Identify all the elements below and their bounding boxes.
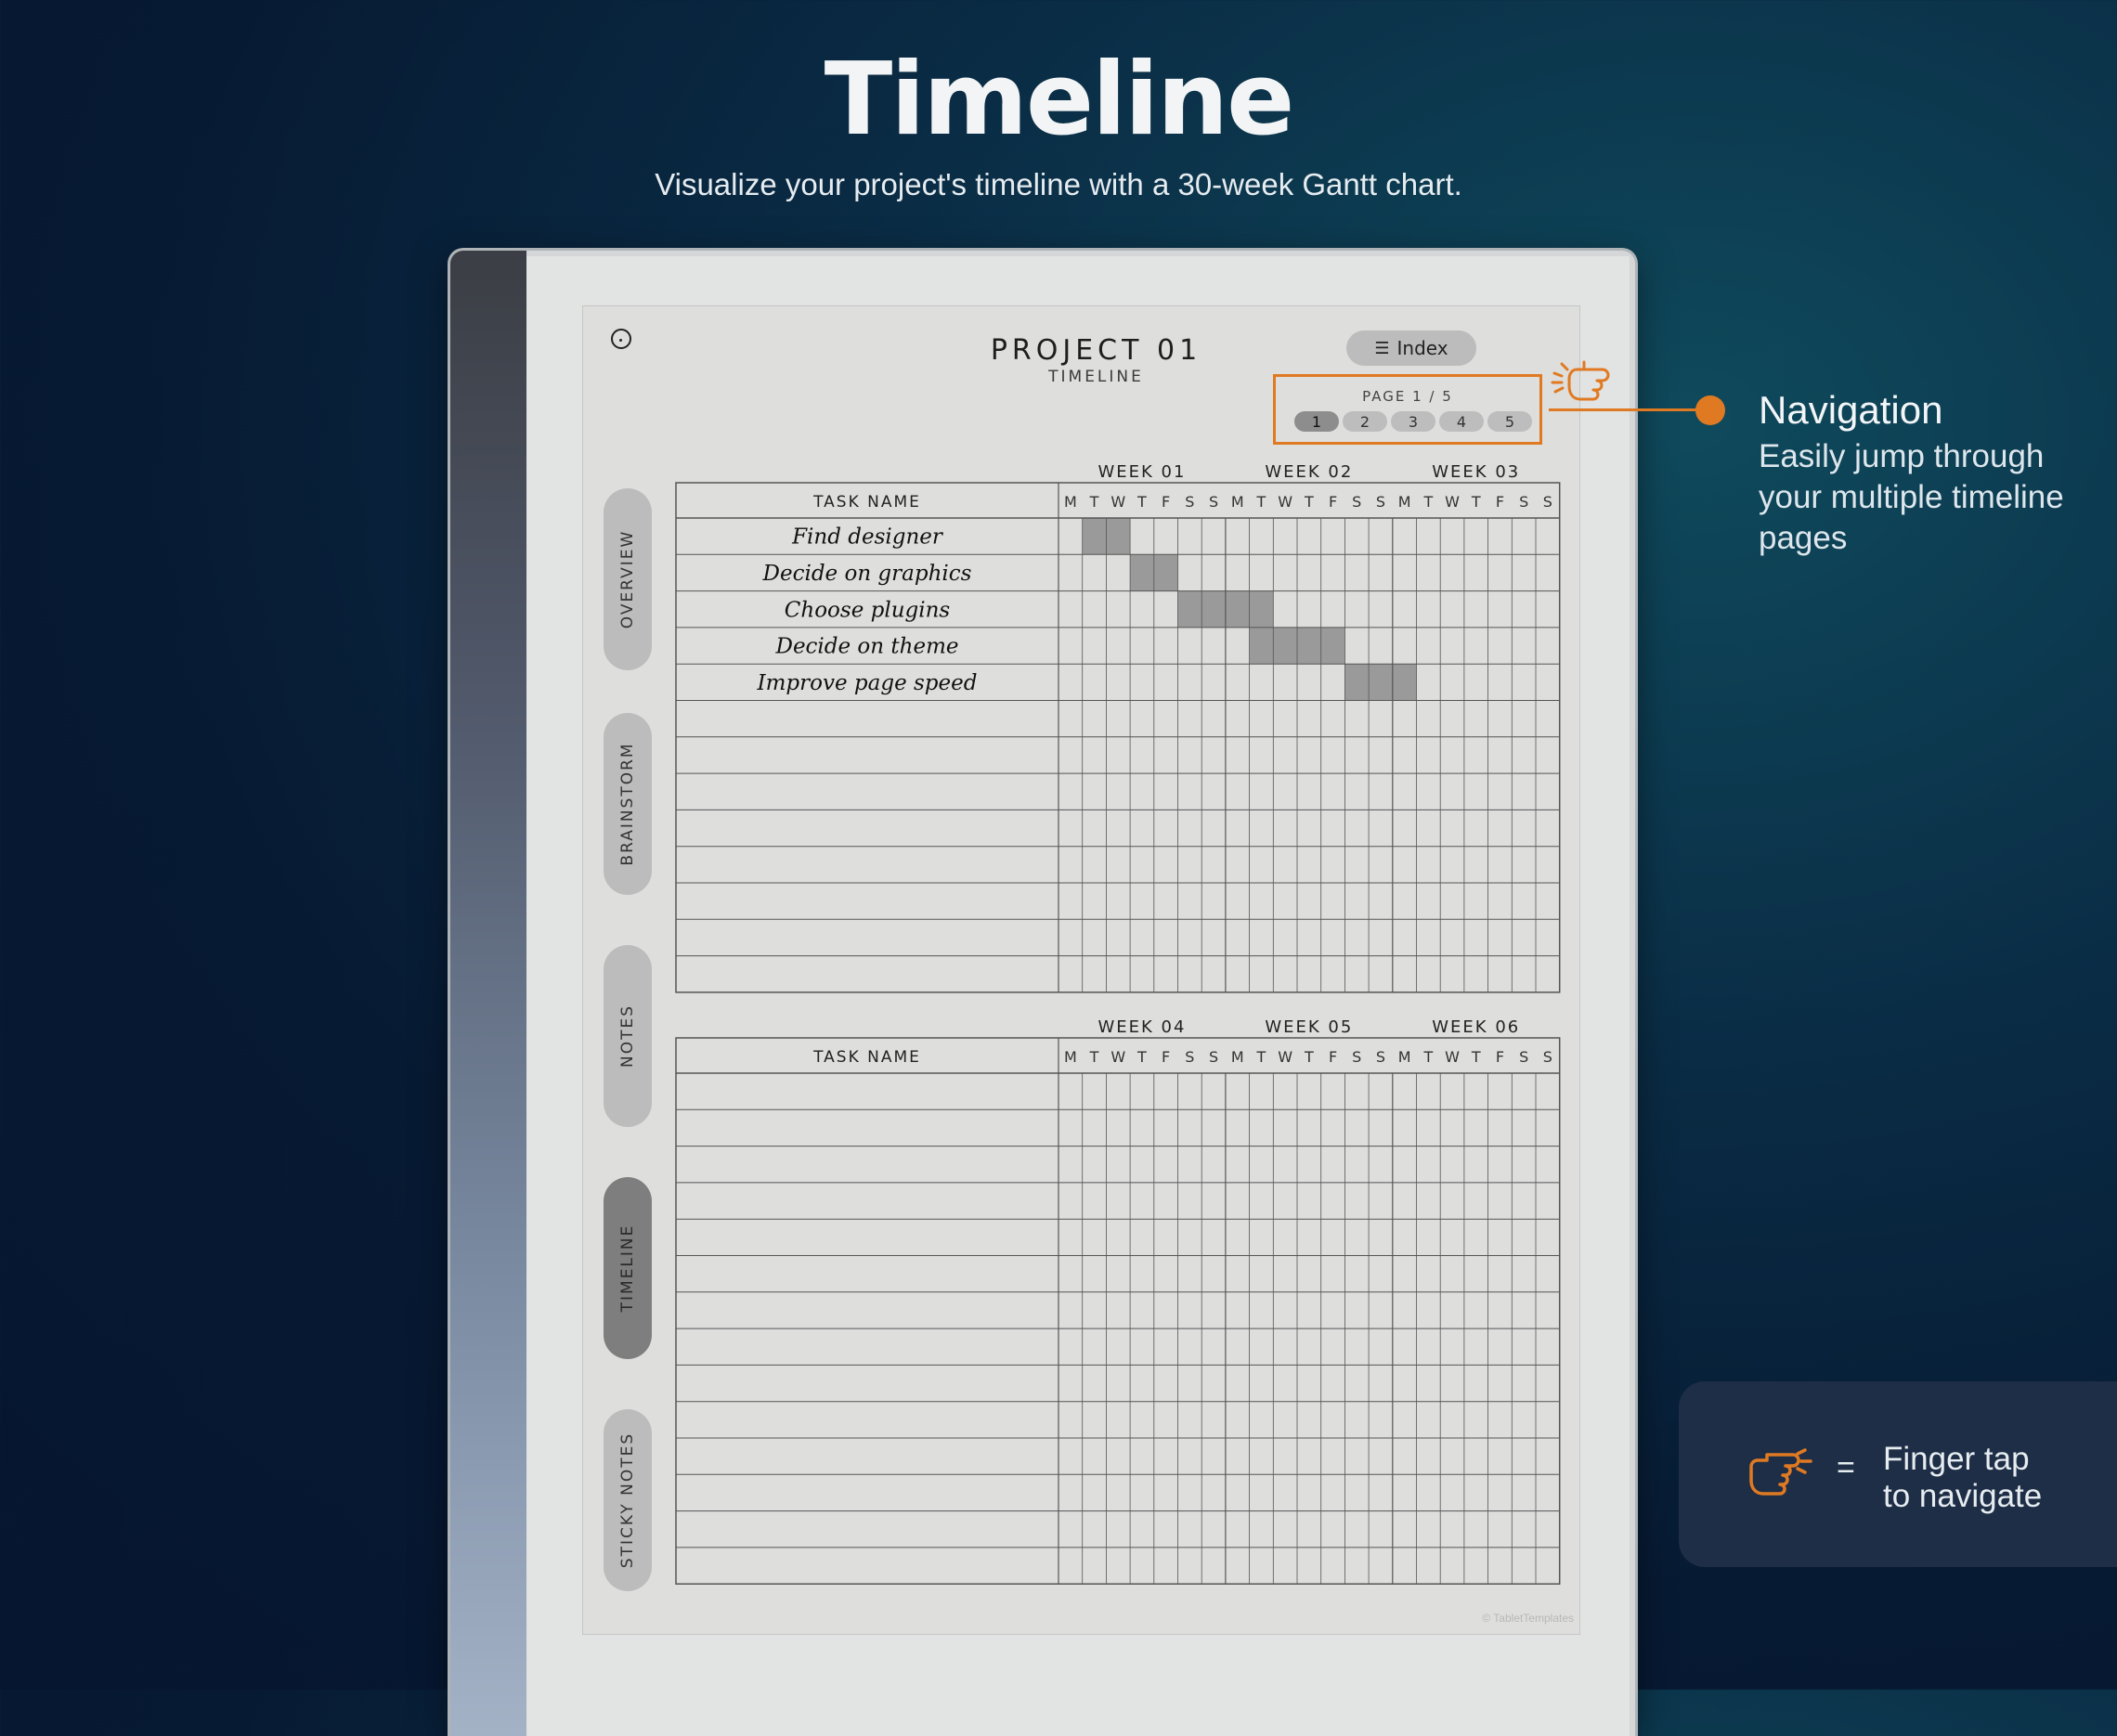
planner-page: PROJECT 01 TIMELINE ☰ Index PAGE 1 / 5 1…	[582, 305, 1580, 1635]
day-header: F	[1496, 493, 1504, 511]
day-header: F	[1162, 1048, 1170, 1066]
day-header: T	[1422, 1048, 1433, 1066]
day-header: S	[1543, 1048, 1552, 1066]
task-name: Choose plugins	[785, 598, 951, 622]
task-name-header: TASK NAME	[812, 1048, 921, 1067]
tablet-spine	[450, 251, 526, 1736]
table-border	[675, 1037, 1561, 1585]
legend-card: = Finger tap to navigate	[1679, 1381, 2117, 1567]
table-border	[675, 482, 1561, 993]
day-header: S	[1209, 493, 1218, 511]
day-header: S	[1519, 493, 1528, 511]
task-name: Find designer	[791, 525, 944, 550]
day-header: T	[1471, 493, 1481, 511]
annotation-title: Navigation	[1759, 388, 1943, 432]
hero-subtitle: Visualize your project's timeline with a…	[655, 167, 1462, 201]
annotation-dot	[1695, 395, 1725, 425]
day-header: M	[1064, 493, 1077, 511]
day-header: S	[1352, 1048, 1361, 1066]
hero-title: Timeline	[824, 42, 1295, 158]
gantt-chart: WEEK 01 WEEK 02 WEEK 03TASK NAME M T W T F S S M T W…	[675, 462, 1561, 1585]
week-label: WEEK 04	[1097, 1017, 1186, 1037]
day-header: T	[1471, 1048, 1481, 1066]
day-header: T	[1136, 493, 1147, 511]
day-header: S	[1543, 493, 1552, 511]
legend-equals: =	[1837, 1450, 1855, 1485]
day-header: M	[1398, 493, 1411, 511]
annotation-body: Easily jump through your multiple timeli…	[1759, 438, 2064, 556]
finger-tap-icon	[1749, 1448, 1812, 1496]
task-name-header: TASK NAME	[812, 493, 921, 512]
week-label: WEEK 03	[1432, 462, 1520, 482]
day-header: F	[1329, 1048, 1337, 1066]
day-header: W	[1278, 493, 1292, 511]
day-header: T	[1304, 493, 1314, 511]
annotation-connector	[1549, 408, 1708, 411]
day-header: M	[1231, 493, 1244, 511]
copyright: © TabletTemplates	[1482, 1612, 1574, 1625]
week-label: WEEK 01	[1097, 462, 1186, 482]
week-label: WEEK 06	[1432, 1017, 1520, 1037]
day-header: S	[1519, 1048, 1528, 1066]
day-header: S	[1209, 1048, 1218, 1066]
finger-tap-icon	[1551, 360, 1610, 401]
day-header: W	[1110, 1048, 1125, 1066]
day-header: T	[1304, 1048, 1314, 1066]
task-name: Decide on graphics	[762, 562, 972, 586]
week-label: WEEK 02	[1265, 462, 1353, 482]
day-header: T	[1256, 493, 1266, 511]
day-header: F	[1496, 1048, 1504, 1066]
legend-text-line1: Finger tap	[1883, 1441, 2030, 1477]
week-label: WEEK 05	[1265, 1017, 1353, 1037]
task-bar	[1344, 664, 1417, 701]
day-header: W	[1445, 493, 1460, 511]
day-header: S	[1376, 493, 1385, 511]
day-header: T	[1422, 493, 1433, 511]
day-header: T	[1256, 1048, 1266, 1066]
day-header: M	[1231, 1048, 1244, 1066]
day-header: T	[1136, 1048, 1147, 1066]
day-header: T	[1089, 1048, 1099, 1066]
day-header: W	[1278, 1048, 1292, 1066]
day-header: M	[1064, 1048, 1077, 1066]
task-name: Improve page speed	[757, 671, 978, 695]
day-header: M	[1398, 1048, 1411, 1066]
task-name: Decide on theme	[775, 635, 959, 659]
day-header: W	[1445, 1048, 1460, 1066]
day-header: W	[1110, 493, 1125, 511]
day-header: F	[1329, 493, 1337, 511]
day-header: S	[1185, 1048, 1194, 1066]
legend-text: Finger tap to navigate	[1883, 1441, 2042, 1515]
legend-text-line2: to navigate	[1883, 1478, 2043, 1514]
day-header: T	[1089, 493, 1099, 511]
day-header: F	[1162, 493, 1170, 511]
day-header: S	[1352, 493, 1361, 511]
day-header: S	[1185, 493, 1194, 511]
day-header: S	[1376, 1048, 1385, 1066]
